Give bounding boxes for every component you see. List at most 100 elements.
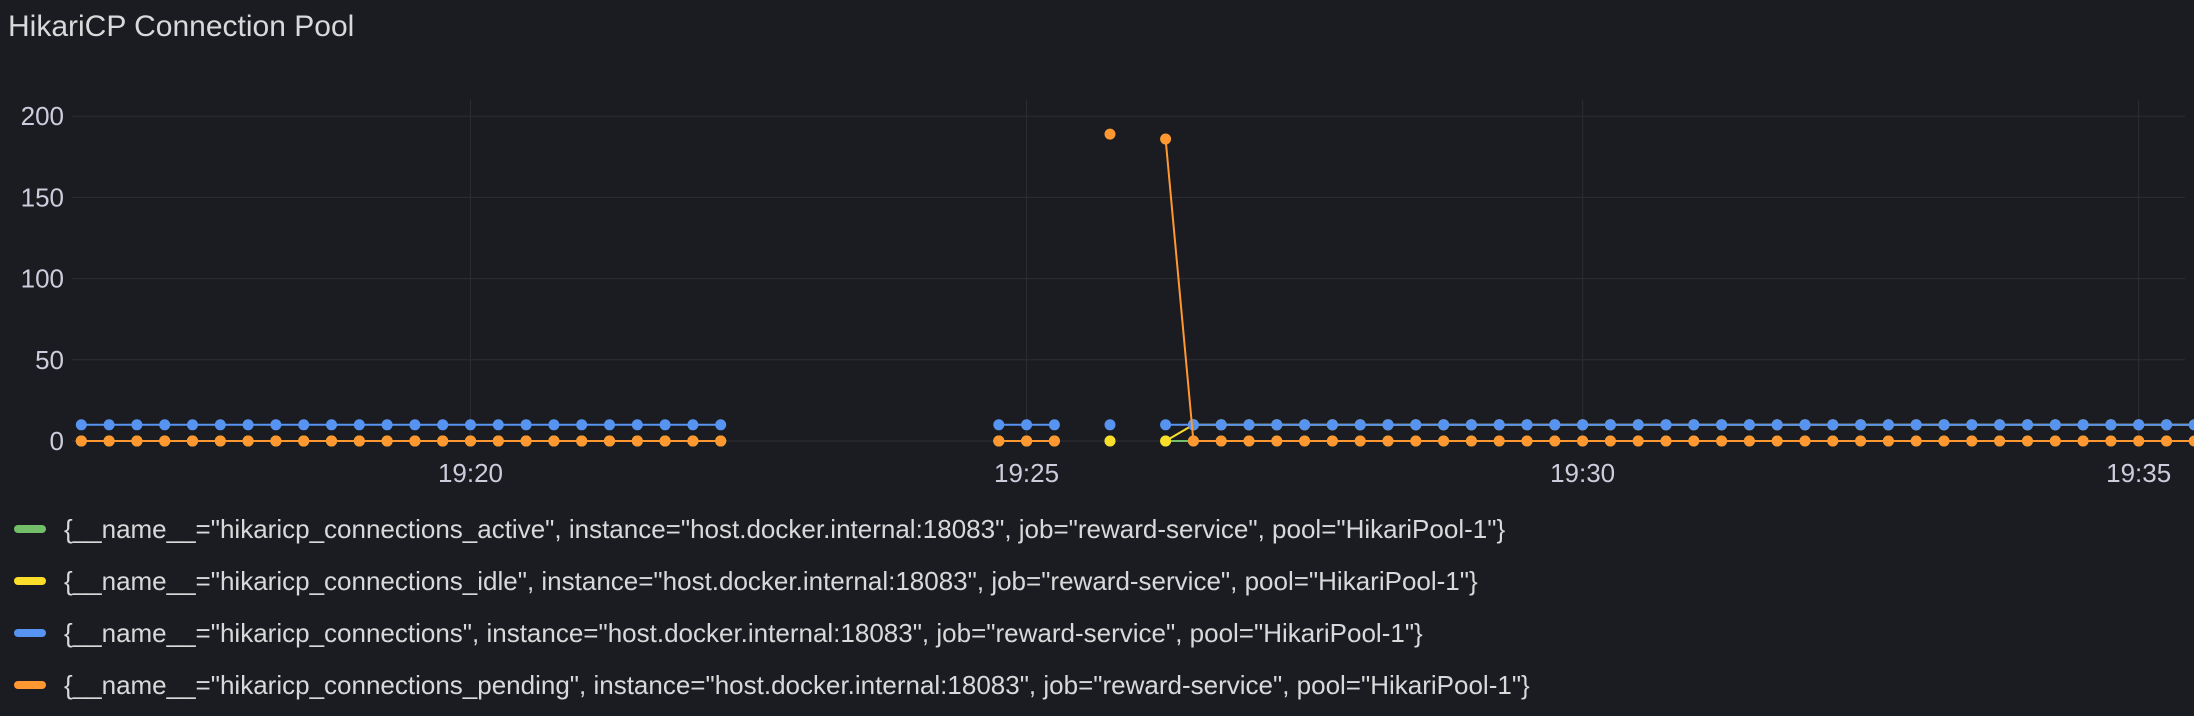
data-point: [715, 435, 727, 447]
data-point: [2161, 419, 2172, 431]
data-point: [715, 419, 727, 431]
data-point: [520, 419, 532, 431]
data-point: [1326, 419, 1338, 431]
data-point: [520, 435, 532, 447]
data-point: [1743, 419, 1755, 431]
data-point: [1882, 435, 1894, 447]
data-point: [1048, 435, 1060, 447]
data-point: [2188, 435, 2194, 447]
data-point: [1048, 419, 1060, 431]
series-1: [75, 419, 2194, 447]
data-point: [1465, 435, 1477, 447]
data-point: [1021, 419, 1033, 431]
data-point: [1743, 435, 1755, 447]
data-point: [1827, 419, 1839, 431]
data-point: [1354, 435, 1366, 447]
data-point: [187, 435, 198, 447]
data-point: [326, 435, 337, 447]
legend-label: {__name__="hikaricp_connections_idle", i…: [64, 565, 1478, 596]
data-point: [548, 419, 560, 431]
series-line: [1165, 423, 2194, 442]
data-point: [1243, 435, 1255, 447]
y-tick-label: 100: [21, 264, 64, 294]
data-point: [1604, 435, 1616, 447]
data-point: [1549, 435, 1561, 447]
data-point: [353, 435, 365, 447]
data-point: [1660, 435, 1672, 447]
data-point: [1799, 419, 1811, 431]
data-point: [659, 419, 671, 431]
data-point: [1160, 133, 1172, 145]
data-point: [2105, 435, 2117, 447]
legend-item[interactable]: {__name__="hikaricp_connections_pending"…: [14, 659, 1530, 711]
data-point: [1910, 435, 1922, 447]
data-point: [631, 419, 643, 431]
data-point: [214, 435, 226, 447]
data-point: [492, 419, 504, 431]
data-point: [548, 435, 560, 447]
data-point: [131, 419, 143, 431]
data-point: [1299, 419, 1311, 431]
data-point: [2077, 435, 2089, 447]
legend-swatch: [14, 577, 46, 585]
data-point: [1160, 435, 1172, 447]
data-point: [381, 435, 393, 447]
data-point: [604, 419, 615, 431]
x-tick-label: 19:35: [2106, 458, 2171, 488]
data-point: [1577, 419, 1589, 431]
data-point: [298, 419, 310, 431]
data-point: [1938, 419, 1950, 431]
data-point: [1104, 128, 1116, 140]
data-point: [1855, 435, 1867, 447]
data-point: [1660, 419, 1672, 431]
data-point: [159, 419, 171, 431]
data-point: [1438, 419, 1450, 431]
data-point: [687, 435, 699, 447]
x-tick-label: 19:30: [1550, 458, 1615, 488]
data-point: [75, 419, 87, 431]
data-point: [242, 435, 254, 447]
series-2: [75, 419, 2194, 431]
data-point: [1632, 435, 1644, 447]
data-point: [1021, 435, 1033, 447]
data-point: [1382, 419, 1394, 431]
data-point: [1994, 419, 2006, 431]
data-point: [1994, 435, 2006, 447]
data-point: [2188, 419, 2194, 431]
data-point: [1771, 419, 1783, 431]
data-point: [1187, 419, 1199, 431]
data-point: [270, 435, 282, 447]
data-point: [103, 419, 115, 431]
data-point: [1688, 435, 1700, 447]
data-point: [187, 419, 198, 431]
data-point: [1271, 435, 1283, 447]
data-point: [2077, 419, 2089, 431]
data-point: [604, 435, 615, 447]
legend-label: {__name__="hikaricp_connections", instan…: [64, 617, 1423, 648]
data-point: [659, 435, 671, 447]
legend-label: {__name__="hikaricp_connections_active",…: [64, 513, 1506, 544]
timeseries-chart[interactable]: 0 50 100 150 200 19:20 19:25 19:30 19:35: [0, 0, 2194, 500]
legend-item[interactable]: {__name__="hikaricp_connections_active",…: [14, 503, 1530, 555]
data-point: [1716, 435, 1728, 447]
data-point: [1827, 435, 1839, 447]
legend-swatch: [14, 681, 46, 689]
data-point: [1549, 419, 1561, 431]
data-point: [687, 419, 699, 431]
data-point: [465, 435, 476, 447]
data-point: [2133, 435, 2145, 447]
data-point: [1855, 419, 1867, 431]
data-point: [409, 419, 421, 431]
y-tick-label: 50: [35, 345, 64, 375]
legend-item[interactable]: {__name__="hikaricp_connections_idle", i…: [14, 555, 1530, 607]
data-point: [1966, 419, 1978, 431]
data-point: [492, 435, 504, 447]
legend-item[interactable]: {__name__="hikaricp_connections", instan…: [14, 607, 1530, 659]
data-point: [993, 419, 1005, 431]
data-point: [1716, 419, 1728, 431]
data-point: [1215, 419, 1227, 431]
chart-grid: [72, 100, 2185, 442]
data-point: [631, 435, 643, 447]
data-point: [1410, 419, 1422, 431]
y-axis: 0 50 100 150 200: [21, 101, 64, 456]
